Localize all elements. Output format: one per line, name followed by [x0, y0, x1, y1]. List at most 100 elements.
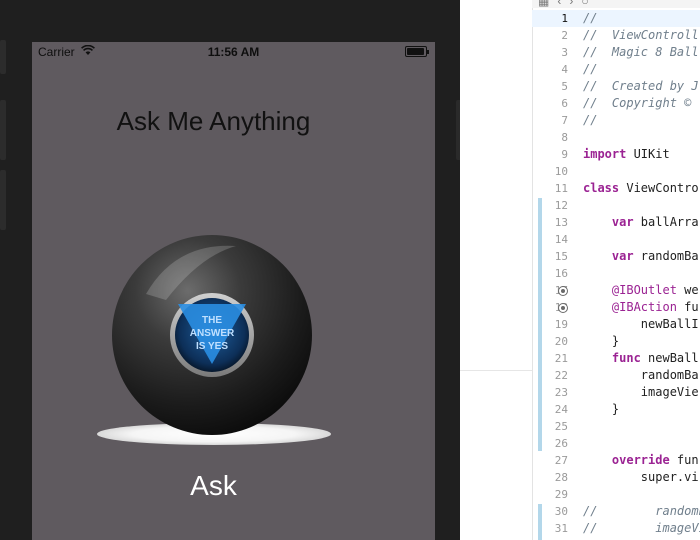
line-number: 9: [561, 148, 568, 161]
action-connection-icon[interactable]: [558, 303, 568, 313]
code-text: randomBa: [583, 368, 699, 382]
code-line: }: [572, 333, 700, 350]
back-icon[interactable]: ‹: [557, 0, 569, 8]
ask-button[interactable]: Ask: [32, 470, 395, 502]
line-number: 5: [561, 80, 568, 93]
code-line: func newBall: [572, 350, 700, 367]
forward-icon[interactable]: ›: [569, 0, 581, 8]
code-line: class ViewContro: [572, 180, 700, 197]
code-keyword: var: [583, 249, 634, 263]
magic-8-ball-image: THE ANSWER IS YES: [96, 224, 332, 448]
code-line: //: [572, 112, 700, 129]
answer-line-1: THE: [202, 315, 222, 326]
code-text: newBallI: [583, 317, 699, 331]
code-text: ViewContro: [619, 181, 699, 195]
change-bar: [538, 504, 542, 540]
code-line: // randomE: [572, 503, 700, 520]
code-text: we: [676, 283, 699, 297]
related-icon[interactable]: ○: [581, 0, 596, 8]
code-line: import UIKit: [572, 146, 700, 163]
code-line: override fun: [572, 452, 700, 469]
code-line: // ViewControll: [572, 27, 700, 44]
code-keyword: @IBOutlet: [583, 283, 677, 297]
code-text: }: [583, 334, 620, 348]
code-text: // Created by J: [583, 79, 699, 93]
app-screen: Carrier 11:56 AM Ask Me Anything THE ANS…: [32, 42, 435, 540]
code-text: // Magic 8 Ball: [583, 45, 699, 59]
jump-bar-icons: ▦‹›○: [538, 0, 597, 8]
volume-up-button: [0, 100, 6, 160]
code-text: ballArra: [633, 215, 699, 229]
app-title: Ask Me Anything: [116, 106, 311, 136]
line-number: 11: [554, 182, 568, 195]
code-line: var randomBa: [572, 248, 700, 265]
line-number: 8: [561, 131, 568, 144]
code-keyword: import: [583, 147, 627, 161]
code-text: //: [583, 62, 598, 76]
code-text: imageVie: [583, 385, 699, 399]
code-line: @IBOutlet we: [572, 282, 700, 299]
change-bar: [538, 198, 542, 451]
code-text: UIKit: [626, 147, 670, 161]
code-line: @IBAction fu: [572, 299, 700, 316]
code-text: // Copyright ©: [583, 96, 692, 110]
mute-switch: [0, 40, 6, 74]
code-line: // Copyright ©: [572, 95, 700, 112]
line-number: 2: [561, 29, 568, 42]
code-text: fu: [676, 300, 699, 314]
status-bar: Carrier 11:56 AM: [32, 42, 435, 62]
code-text: // imageVi: [583, 521, 700, 535]
code-text: newBall: [640, 351, 699, 365]
ios-simulator-device: Carrier 11:56 AM Ask Me Anything THE ANS…: [0, 0, 465, 540]
code-text: fun: [669, 453, 699, 467]
line-number: 4: [561, 63, 568, 76]
answer-line-3: IS YES: [196, 341, 228, 352]
code-keyword: @IBAction: [583, 300, 677, 314]
code-line: }: [572, 401, 700, 418]
status-time: 11:56 AM: [207, 45, 260, 59]
code-line: randomBa: [572, 367, 700, 384]
code-line: // Magic 8 Ball: [572, 44, 700, 61]
code-text: //: [583, 113, 598, 127]
code-text: // ViewControll: [583, 28, 699, 42]
code-line: var ballArra: [572, 214, 700, 231]
line-number: 27: [554, 454, 568, 467]
code-line: imageVie: [572, 384, 700, 401]
code-line: newBallI: [572, 316, 700, 333]
code-keyword: var: [583, 215, 634, 229]
volume-down-button: [0, 170, 6, 230]
code-line: //: [572, 61, 700, 78]
code-keyword: override: [583, 453, 670, 467]
divider: [460, 370, 532, 371]
grid-icon[interactable]: ▦: [538, 0, 557, 8]
line-number: 6: [561, 97, 568, 110]
line-number: 7: [561, 114, 568, 127]
line-number: 28: [554, 471, 568, 484]
code-line: // imageVi: [572, 520, 700, 537]
code-line: // Created by J: [572, 78, 700, 95]
navigator-panel: [460, 0, 533, 540]
code-text: // randomE: [583, 504, 700, 518]
line-number: 1: [561, 12, 568, 25]
code-text: super.vi: [583, 470, 699, 484]
code-text: //: [583, 11, 598, 25]
code-editor[interactable]: // // ViewControll // Magic 8 Ball // // Cre…: [572, 10, 700, 540]
battery-icon: [405, 46, 429, 57]
code-text: }: [583, 402, 620, 416]
line-number: 29: [554, 488, 568, 501]
code-line: //: [572, 10, 700, 27]
line-number: 10: [554, 165, 568, 178]
code-keyword: class: [583, 181, 620, 195]
code-keyword: func: [583, 351, 641, 365]
outlet-connection-icon[interactable]: [558, 286, 568, 296]
code-text: randomBa: [633, 249, 699, 263]
code-line: super.vi: [572, 469, 700, 486]
line-number: 3: [561, 46, 568, 59]
